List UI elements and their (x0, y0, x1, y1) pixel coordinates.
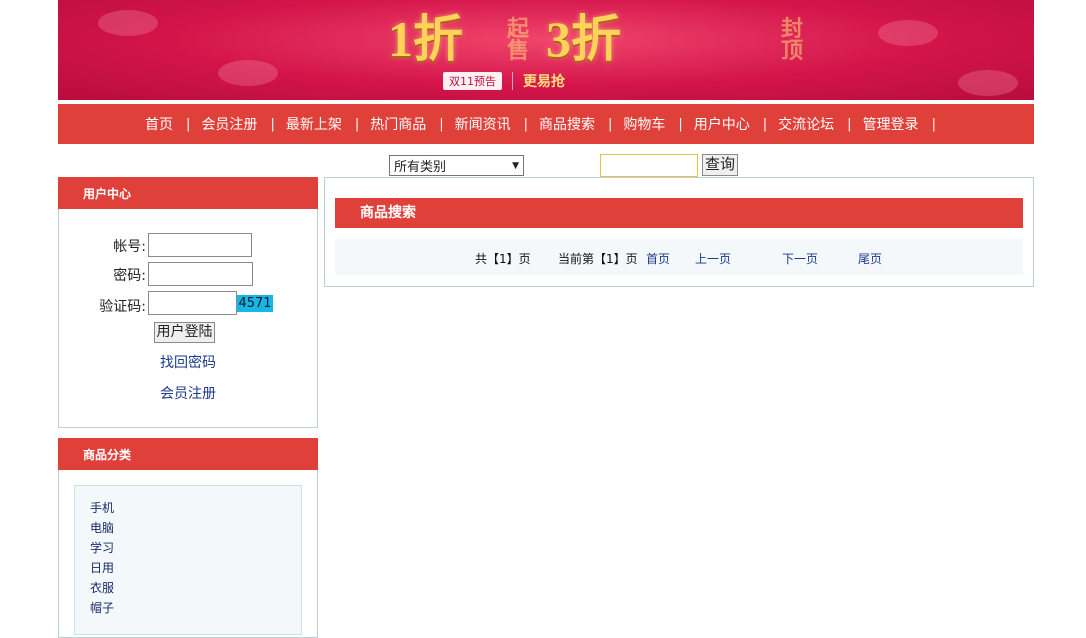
banner-sub-badge: 双11预告 (443, 72, 502, 90)
nav-separator: | (762, 116, 768, 132)
nav-separator: | (608, 116, 613, 132)
divider (512, 72, 513, 90)
promo-banner[interactable]: 1折 起 售 3折 封 顶 双11预告 更易抢 (58, 0, 1034, 100)
captcha-field[interactable] (148, 291, 237, 315)
chevron-down-icon: ▼ (512, 160, 519, 171)
promo-ding: 顶 (780, 38, 803, 63)
search-button[interactable]: 查询 (702, 154, 738, 176)
captcha-label: 验证码: (99, 299, 146, 315)
account-field[interactable] (148, 233, 252, 257)
nav-separator: | (678, 116, 683, 132)
account-label: 帐号: (113, 239, 146, 255)
promo-shou: 售 (506, 38, 529, 63)
category-item-clothes[interactable]: 衣服 (90, 579, 114, 596)
nav-item-product-search[interactable]: 商品搜索 (539, 114, 595, 134)
login-button[interactable]: 用户登陆 (154, 322, 215, 343)
nav-separator: | (523, 116, 528, 132)
find-password-link[interactable]: 找回密码 (160, 352, 216, 372)
main-nav: 首页 | 会员注册 | 最新上架 | 热门商品 | 新闻资讯 | 商品搜索 | 购物车 | 用… (58, 104, 1034, 144)
search-input[interactable] (600, 154, 698, 177)
nav-item-news[interactable]: 新闻资讯 (455, 114, 511, 134)
promo-3zhe: 3折 (546, 11, 621, 67)
nav-item-forum[interactable]: 交流论坛 (778, 114, 834, 134)
category-item-computer[interactable]: 电脑 (90, 519, 114, 536)
nav-item-home[interactable]: 首页 (145, 114, 173, 134)
nav-item-hot-products[interactable]: 热门商品 (370, 114, 426, 134)
petal-decoration (98, 10, 158, 36)
category-item-phone[interactable]: 手机 (90, 499, 114, 516)
category-select-value: 所有类别 (394, 160, 447, 175)
banner-sub-text: 更易抢 (523, 74, 565, 90)
first-page-link[interactable]: 首页 (646, 250, 670, 267)
user-center-title: 用户中心 (58, 177, 318, 209)
current-page-text: 当前第【1】页 (558, 252, 638, 266)
nav-separator: | (847, 116, 852, 132)
petal-decoration (958, 70, 1018, 96)
category-item-hats[interactable]: 帽子 (90, 599, 114, 616)
password-field[interactable] (148, 262, 253, 286)
nav-item-admin-login[interactable]: 管理登录 (863, 114, 919, 134)
promo-feng: 封 (780, 16, 803, 41)
banner-subline: 双11预告 更易抢 (443, 70, 565, 92)
category-item-study[interactable]: 学习 (90, 539, 114, 556)
petal-decoration (878, 20, 938, 46)
password-label: 密码: (113, 268, 146, 284)
pagination-bar (335, 239, 1023, 275)
category-title: 商品分类 (58, 438, 318, 470)
next-page-link[interactable]: 下一页 (782, 250, 818, 267)
nav-separator: | (270, 116, 275, 132)
banner-logo (556, 0, 636, 10)
nav-separator: | (354, 116, 360, 132)
register-link[interactable]: 会员注册 (160, 383, 216, 403)
nav-separator: | (931, 116, 936, 132)
main-title: 商品搜索 (335, 198, 1023, 228)
captcha-code[interactable]: 4571 (237, 295, 273, 312)
nav-item-new-arrivals[interactable]: 最新上架 (286, 114, 342, 134)
promo-qi: 起 (506, 16, 529, 41)
total-pages-text: 共【1】页 (475, 252, 531, 266)
prev-page-link[interactable]: 上一页 (695, 250, 731, 267)
nav-item-register[interactable]: 会员注册 (201, 114, 257, 134)
nav-item-user-center[interactable]: 用户中心 (694, 114, 750, 134)
category-item-daily[interactable]: 日用 (90, 559, 114, 576)
nav-separator: | (186, 116, 191, 132)
promo-1zhe: 1折 (388, 11, 463, 67)
last-page-link[interactable]: 尾页 (858, 250, 882, 267)
nav-separator: | (439, 116, 444, 132)
nav-item-cart[interactable]: 购物车 (623, 114, 665, 134)
category-select[interactable]: 所有类别 ▼ (389, 155, 524, 176)
petal-decoration (218, 60, 278, 86)
banner-promo-text: 1折 起 售 3折 封 顶 (388, 12, 848, 66)
